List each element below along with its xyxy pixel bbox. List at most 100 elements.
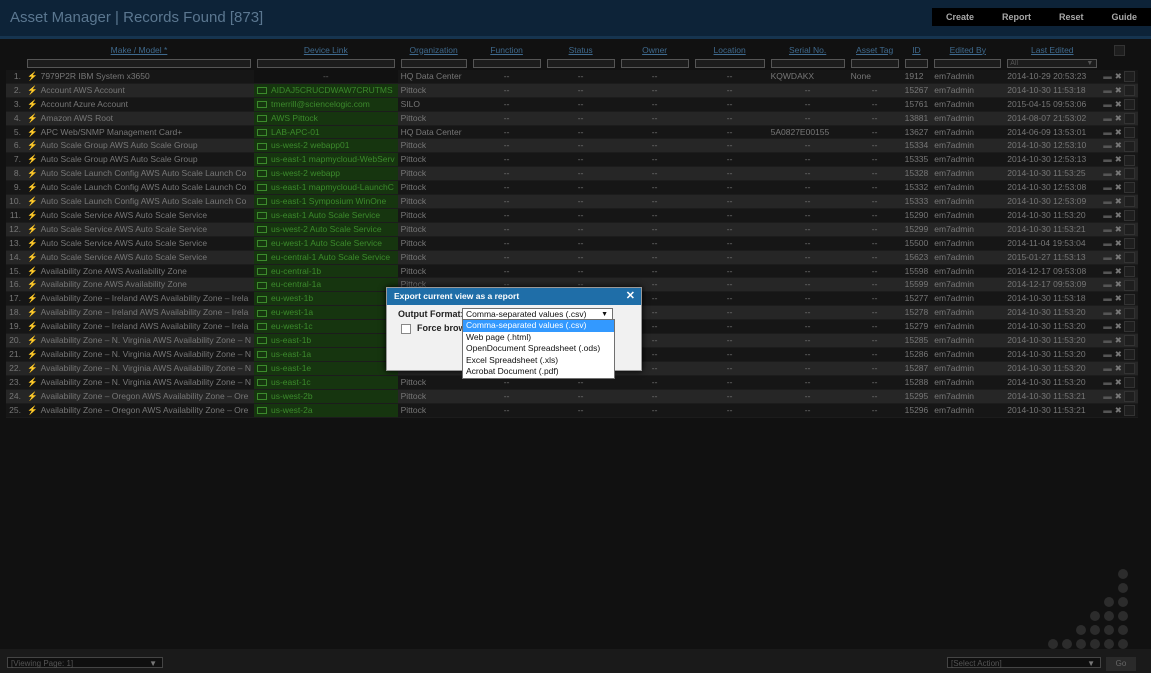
column-header-make-model[interactable]: Make / Model * [24, 43, 254, 57]
make-model-link[interactable]: ⚡ Auto Scale Launch Config AWS Auto Scale… [24, 180, 254, 196]
printer-icon[interactable]: ▬ [1103, 154, 1112, 164]
output-format-option[interactable]: Web page (.html) [463, 332, 614, 344]
make-model-link[interactable]: ⚡ Availability Zone – Ireland AWS Availab… [24, 305, 254, 321]
printer-icon[interactable]: ▬ [1103, 168, 1112, 178]
delete-icon[interactable]: ✖ [1115, 293, 1122, 303]
device-link[interactable]: us-east-1c [254, 375, 398, 390]
device-link[interactable]: us-west-2a [254, 403, 398, 418]
column-header-edited-by[interactable]: Edited By [931, 43, 1004, 57]
column-header-last-edited[interactable]: Last Edited [1004, 43, 1100, 57]
close-icon[interactable]: ✕ [626, 288, 635, 305]
table-row[interactable]: 10. ⚡ Auto Scale Launch Config AWS Auto Sc… [6, 194, 1139, 209]
filter-input[interactable] [904, 58, 929, 68]
row-checkbox[interactable] [1124, 335, 1136, 347]
filter-input[interactable] [694, 58, 765, 68]
make-model-link[interactable]: ⚡ Auto Scale Service AWS Auto Scale Servi… [24, 222, 254, 237]
printer-icon[interactable]: ▬ [1103, 391, 1112, 401]
printer-icon[interactable]: ▬ [1103, 293, 1112, 303]
make-model-link[interactable]: ⚡ Availability Zone AWS Availability Zone [24, 277, 254, 293]
printer-icon[interactable]: ▬ [1103, 266, 1112, 276]
table-row[interactable]: 4. ⚡ Amazon AWS Root AWS Pittock Pittock -- --… [6, 111, 1139, 126]
delete-icon[interactable]: ✖ [1115, 154, 1122, 164]
row-checkbox[interactable] [1124, 404, 1136, 416]
printer-icon[interactable]: ▬ [1103, 113, 1112, 123]
delete-icon[interactable]: ✖ [1115, 335, 1122, 345]
filter-input[interactable] [472, 58, 541, 68]
printer-icon[interactable]: ▬ [1103, 224, 1112, 234]
row-checkbox[interactable] [1124, 293, 1136, 305]
delete-icon[interactable]: ✖ [1115, 182, 1122, 192]
make-model-link[interactable]: ⚡ Auto Scale Launch Config AWS Auto Scale… [24, 166, 254, 182]
row-checkbox[interactable] [1124, 377, 1136, 389]
filter-input[interactable] [27, 58, 251, 68]
printer-icon[interactable]: ▬ [1103, 377, 1112, 387]
table-row[interactable]: 8. ⚡ Auto Scale Launch Config AWS Auto Sca… [6, 166, 1139, 182]
make-model-link[interactable]: ⚡ Auto Scale Service AWS Auto Scale Servi… [24, 236, 254, 251]
delete-icon[interactable]: ✖ [1115, 405, 1122, 415]
row-checkbox[interactable] [1124, 224, 1136, 236]
table-row[interactable]: 2. ⚡ Account AWS Account AIDAJ5CRUCDWAW7CRU… [6, 83, 1139, 98]
delete-icon[interactable]: ✖ [1115, 321, 1122, 331]
column-header-id[interactable]: ID [902, 43, 932, 57]
table-row[interactable]: 5. ⚡ APC Web/SNMP Management Card+ LAB-APC-… [6, 125, 1139, 140]
row-checkbox[interactable] [1124, 251, 1136, 263]
device-link[interactable]: AIDAJ5CRUCDWAW7CRUTMS [254, 83, 398, 98]
filter-input[interactable] [770, 58, 845, 68]
make-model-link[interactable]: ⚡ Availability Zone – N. Virginia AWS Ava… [24, 333, 254, 349]
printer-icon[interactable]: ▬ [1103, 349, 1112, 359]
device-link[interactable]: us-east-1a [254, 347, 398, 362]
column-header-status[interactable]: Status [544, 43, 618, 57]
printer-icon[interactable]: ▬ [1103, 140, 1112, 150]
device-link[interactable]: LAB-APC-01 [254, 125, 398, 140]
delete-icon[interactable]: ✖ [1115, 391, 1122, 401]
make-model-link[interactable]: ⚡ Amazon AWS Root [24, 111, 254, 126]
printer-icon[interactable]: ▬ [1103, 127, 1112, 137]
filter-input[interactable] [620, 58, 689, 68]
make-model-link[interactable]: ⚡ Auto Scale Service AWS Auto Scale Servi… [24, 250, 254, 265]
row-checkbox[interactable] [1124, 154, 1136, 166]
action-select[interactable]: [Select Action] ▼ [947, 657, 1101, 668]
delete-icon[interactable]: ✖ [1115, 168, 1122, 178]
filter-input[interactable] [257, 58, 395, 68]
delete-icon[interactable]: ✖ [1115, 252, 1122, 262]
printer-icon[interactable]: ▬ [1103, 279, 1112, 289]
delete-icon[interactable]: ✖ [1115, 363, 1122, 373]
device-link[interactable]: eu-central-1b [254, 264, 398, 279]
row-checkbox[interactable] [1124, 349, 1136, 361]
delete-icon[interactable]: ✖ [1115, 85, 1122, 95]
row-checkbox[interactable] [1124, 321, 1136, 333]
row-checkbox[interactable] [1124, 210, 1136, 222]
column-header-device-link[interactable]: Device Link [254, 43, 398, 57]
column-header-asset-tag[interactable]: Asset Tag [848, 43, 902, 57]
output-format-option[interactable]: Acrobat Document (.pdf) [463, 366, 614, 378]
table-row[interactable]: 7. ⚡ Auto Scale Group AWS Auto Scale Group… [6, 152, 1139, 168]
device-link[interactable]: us-west-2b [254, 389, 398, 404]
device-link[interactable]: us-east-1 Symposium WinOne [254, 194, 398, 209]
output-format-option[interactable]: Comma-separated values (.csv) [463, 320, 614, 332]
device-link[interactable]: eu-west-1c [254, 319, 398, 335]
device-link[interactable]: us-east-1e [254, 361, 398, 376]
delete-icon[interactable]: ✖ [1115, 140, 1122, 150]
device-link[interactable]: eu-west-1 Auto Scale Service [254, 236, 398, 251]
printer-icon[interactable]: ▬ [1103, 196, 1112, 206]
row-checkbox[interactable] [1124, 126, 1136, 138]
device-link[interactable]: us-west-2 webapp [254, 166, 398, 182]
delete-icon[interactable]: ✖ [1115, 349, 1122, 359]
device-link[interactable]: us-east-1 Auto Scale Service [254, 208, 398, 223]
select-all-checkbox[interactable] [1100, 43, 1138, 57]
device-link[interactable]: us-east-1 mapmycloud-LaunchC [254, 180, 398, 196]
table-row[interactable]: 24. ⚡ Availability Zone – Oregon AWS Avail… [6, 389, 1139, 404]
guide-button[interactable]: Guide [1097, 8, 1151, 26]
make-model-link[interactable]: ⚡ Availability Zone – N. Virginia AWS Ava… [24, 375, 254, 390]
make-model-link[interactable]: ⚡ Availability Zone – Ireland AWS Availab… [24, 319, 254, 335]
delete-icon[interactable]: ✖ [1115, 99, 1122, 109]
printer-icon[interactable]: ▬ [1103, 363, 1112, 373]
make-model-link[interactable]: ⚡ Availability Zone – N. Virginia AWS Ava… [24, 361, 254, 376]
delete-icon[interactable]: ✖ [1115, 71, 1122, 81]
printer-icon[interactable]: ▬ [1103, 252, 1112, 262]
printer-icon[interactable]: ▬ [1103, 321, 1112, 331]
delete-icon[interactable]: ✖ [1115, 113, 1122, 123]
table-row[interactable]: 3. ⚡ Account Azure Account tmerrill@science… [6, 97, 1139, 112]
make-model-link[interactable]: ⚡ Availability Zone – Ireland AWS Availab… [24, 291, 254, 307]
table-row[interactable]: 11. ⚡ Auto Scale Service AWS Auto Scale Se… [6, 208, 1139, 223]
